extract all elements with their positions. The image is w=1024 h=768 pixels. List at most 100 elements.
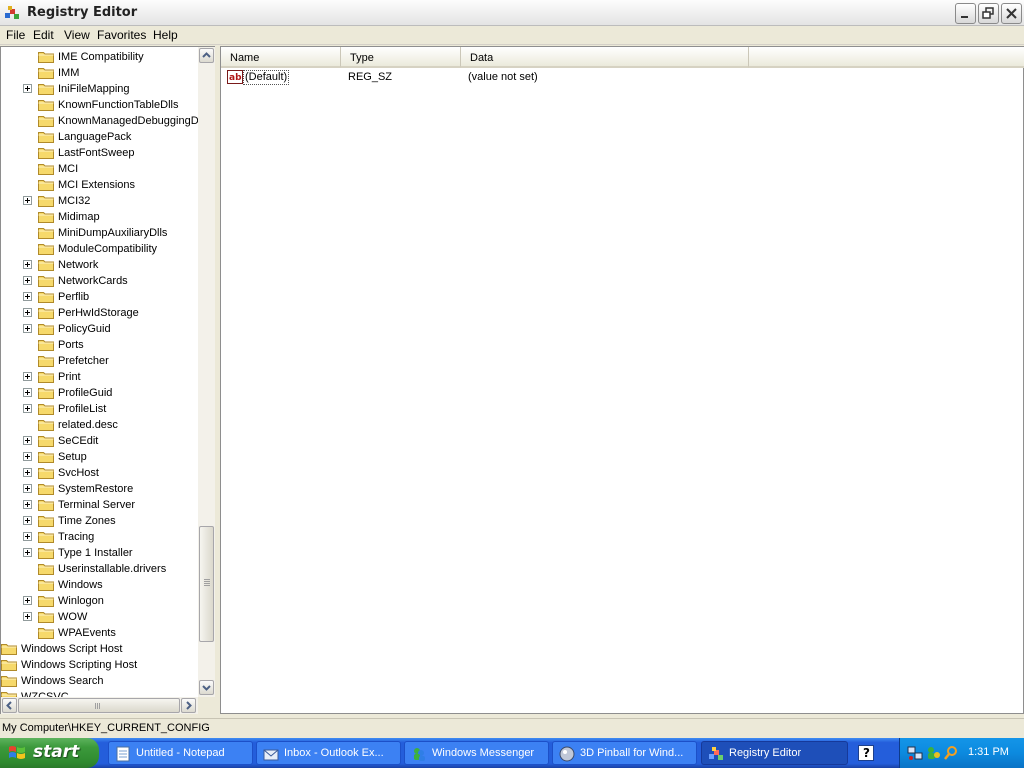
tree-item[interactable]: Midimap	[1, 209, 198, 225]
tree-item[interactable]: WPAEvents	[1, 625, 198, 641]
start-button[interactable]: start	[0, 738, 99, 768]
expand-icon[interactable]	[23, 500, 32, 509]
expand-icon[interactable]	[23, 324, 32, 333]
column-header-type[interactable]: Type	[341, 47, 461, 68]
task-windows-messenger[interactable]: Windows Messenger	[404, 741, 549, 765]
tree-item[interactable]: Prefetcher	[1, 353, 198, 369]
tree-item[interactable]: Tracing	[1, 529, 198, 545]
tree-item[interactable]: Time Zones	[1, 513, 198, 529]
column-header-name[interactable]: Name	[221, 47, 341, 68]
expand-icon[interactable]	[23, 292, 32, 301]
tree-item[interactable]: Userinstallable.drivers	[1, 561, 198, 577]
tree-item[interactable]: SvcHost	[1, 465, 198, 481]
tree-item[interactable]: ProfileList	[1, 401, 198, 417]
value-data: (value not set)	[468, 71, 538, 83]
tree-item[interactable]: IniFileMapping	[1, 81, 198, 97]
messenger-tray-icon[interactable]	[925, 745, 941, 761]
tree-item[interactable]: Windows Search	[1, 673, 198, 689]
expand-icon[interactable]	[23, 436, 32, 445]
tree-item[interactable]: Windows Scripting Host	[1, 657, 198, 673]
menu-file[interactable]: File	[6, 28, 25, 42]
tree-item[interactable]: Network	[1, 257, 198, 273]
tree-item[interactable]: WZCSVC	[1, 689, 198, 697]
close-button[interactable]	[1001, 3, 1022, 24]
tree-item[interactable]: Print	[1, 369, 198, 385]
title-bar[interactable]: Registry Editor	[0, 0, 1024, 26]
tree-item[interactable]: MCI	[1, 161, 198, 177]
expand-icon[interactable]	[23, 516, 32, 525]
tree-item[interactable]: Ports	[1, 337, 198, 353]
tree-item[interactable]: ProfileGuid	[1, 385, 198, 401]
menu-edit[interactable]: Edit	[33, 28, 54, 42]
value-row[interactable]: ab (Default) REG_SZ (value not set)	[221, 69, 1001, 87]
tree-item[interactable]: Type 1 Installer	[1, 545, 198, 561]
tree-item[interactable]: KnownManagedDebuggingDlls	[1, 113, 198, 129]
tree-item-label: IME Compatibility	[58, 51, 144, 63]
expand-icon[interactable]	[23, 372, 32, 381]
menu-view[interactable]: View	[64, 28, 90, 42]
expand-icon[interactable]	[23, 532, 32, 541]
menu-favorites[interactable]: Favorites	[97, 28, 146, 42]
task-3d-pinball[interactable]: 3D Pinball for Wind...	[552, 741, 697, 765]
tree-item[interactable]: MCI Extensions	[1, 177, 198, 193]
tree-item[interactable]: MiniDumpAuxiliaryDlls	[1, 225, 198, 241]
menu-help[interactable]: Help	[153, 28, 178, 42]
tree-item[interactable]: LastFontSweep	[1, 145, 198, 161]
minimize-button[interactable]	[955, 3, 976, 24]
tree-item[interactable]: Perflib	[1, 289, 198, 305]
expand-icon[interactable]	[23, 468, 32, 477]
tree-item[interactable]: related.desc	[1, 417, 198, 433]
expand-icon[interactable]	[23, 388, 32, 397]
expand-icon[interactable]	[23, 276, 32, 285]
expand-icon[interactable]	[23, 596, 32, 605]
tree-item[interactable]: SystemRestore	[1, 481, 198, 497]
tree-horizontal-scrollbar[interactable]	[1, 697, 198, 714]
tree-item[interactable]: ModuleCompatibility	[1, 241, 198, 257]
tree-item[interactable]: IME Compatibility	[1, 49, 198, 65]
expand-icon[interactable]	[23, 308, 32, 317]
vertical-scroll-thumb[interactable]	[199, 526, 214, 642]
tree-item[interactable]: Winlogon	[1, 593, 198, 609]
tree-item[interactable]: NetworkCards	[1, 273, 198, 289]
column-header-data[interactable]: Data	[461, 47, 749, 68]
values-list-pane[interactable]: Name Type Data ab (Default) REG_SZ (valu…	[220, 46, 1024, 714]
expand-icon[interactable]	[23, 196, 32, 205]
tree-item[interactable]: WOW	[1, 609, 198, 625]
task-registry-editor[interactable]: Registry Editor	[701, 741, 848, 765]
task-notepad[interactable]: Untitled - Notepad	[108, 741, 253, 765]
tree-item[interactable]: MCI32	[1, 193, 198, 209]
help-toolbar-icon[interactable]: ?	[858, 745, 874, 761]
scroll-left-button[interactable]	[2, 698, 17, 713]
network-icon[interactable]	[907, 745, 923, 761]
tree-item[interactable]: Terminal Server	[1, 497, 198, 513]
tree-item[interactable]: Windows Script Host	[1, 641, 198, 657]
expand-icon[interactable]	[23, 612, 32, 621]
expand-icon[interactable]	[23, 260, 32, 269]
tree-item[interactable]: PolicyGuid	[1, 321, 198, 337]
expand-icon[interactable]	[23, 404, 32, 413]
scroll-down-button[interactable]	[199, 680, 214, 695]
value-name[interactable]: (Default)	[243, 70, 290, 85]
scroll-up-button[interactable]	[199, 48, 214, 63]
tree-item[interactable]: Windows	[1, 577, 198, 593]
expand-icon[interactable]	[23, 484, 32, 493]
tree-item[interactable]: SeCEdit	[1, 433, 198, 449]
tree-item[interactable]: PerHwIdStorage	[1, 305, 198, 321]
folder-icon	[38, 50, 54, 63]
tree-item[interactable]: LanguagePack	[1, 129, 198, 145]
tree-item[interactable]: IMM	[1, 65, 198, 81]
task-outlook-express[interactable]: Inbox - Outlook Ex...	[256, 741, 401, 765]
restore-button[interactable]	[978, 3, 999, 24]
key-tree-pane[interactable]: IME Compatibility IMM IniFileMapping KnownF…	[0, 46, 215, 714]
tree-vertical-scrollbar[interactable]	[198, 47, 215, 697]
tree-item[interactable]: Setup	[1, 449, 198, 465]
expand-icon[interactable]	[23, 84, 32, 93]
tree-item-label: Setup	[58, 451, 87, 463]
search-icon[interactable]	[943, 745, 959, 761]
scroll-right-button[interactable]	[181, 698, 196, 713]
tree-item[interactable]: KnownFunctionTableDlls	[1, 97, 198, 113]
horizontal-scroll-thumb[interactable]	[18, 698, 180, 713]
expand-icon[interactable]	[23, 452, 32, 461]
expand-icon[interactable]	[23, 548, 32, 557]
tree-item-label: Windows	[58, 579, 103, 591]
